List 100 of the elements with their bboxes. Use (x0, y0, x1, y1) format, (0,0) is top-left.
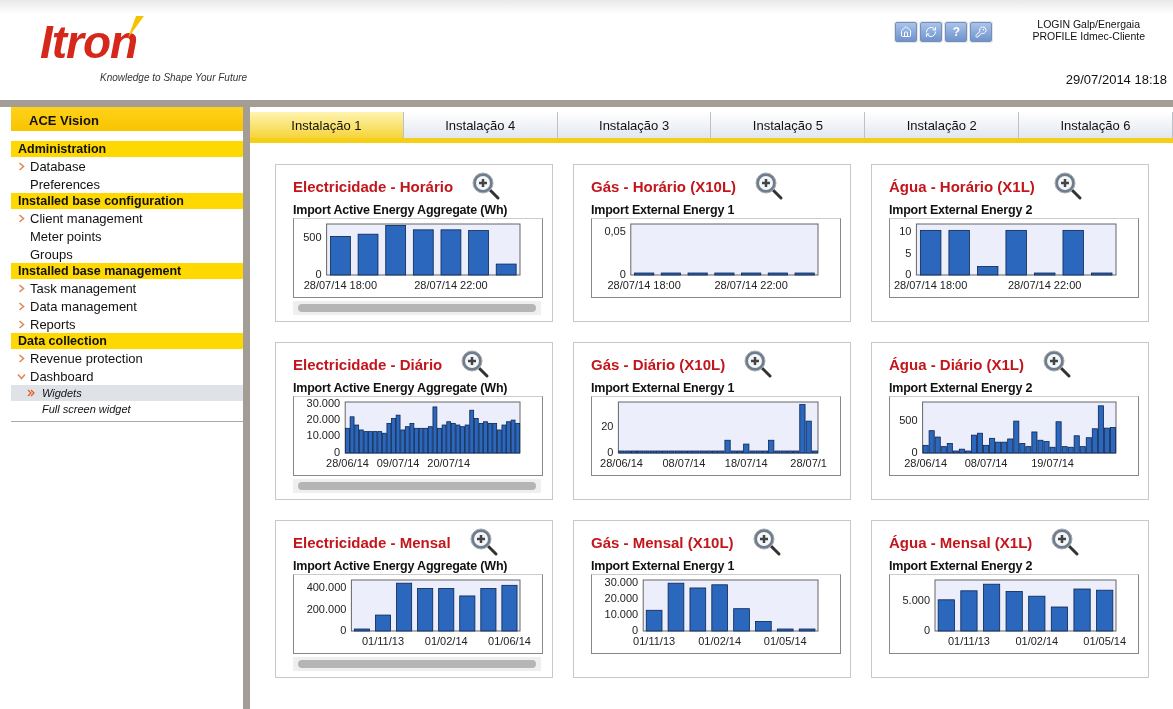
logo: Itron (38, 14, 148, 70)
sidebar-item[interactable]: Task management (11, 279, 243, 297)
axis-tick-label: 28/07/14 22:00 (1008, 279, 1082, 291)
widget-title: Gás - Diário (X10L) (591, 355, 726, 373)
chart-title: Import Active Energy Aggregate (Wh) (293, 203, 509, 217)
axis-tick-label: 0 (619, 267, 626, 280)
axis-tick-label: 20.000 (604, 592, 639, 605)
home-button[interactable] (895, 22, 918, 42)
axis-tick-label: 10 (899, 225, 912, 238)
sidebar-item[interactable]: Reports (11, 315, 243, 333)
chart-title: Import External Energy 2 (889, 381, 1034, 395)
axis-tick-label: 09/07/14 (376, 457, 420, 469)
home-icon (900, 26, 913, 38)
bar (689, 587, 707, 632)
tagline: Knowledge to Shape Your Future (100, 72, 249, 83)
bar (983, 583, 1001, 632)
bar (948, 230, 970, 276)
chart-title: Import Active Energy Aggregate (Wh) (293, 381, 509, 395)
axis-tick-label: 0 (905, 267, 912, 280)
bar (634, 272, 655, 276)
bar (1028, 595, 1046, 632)
bar (468, 230, 489, 276)
zoom-in-icon[interactable] (460, 349, 491, 379)
zoom-in-icon[interactable] (471, 171, 502, 201)
tab[interactable]: Instalação 6 (1019, 112, 1173, 138)
bar (741, 272, 762, 276)
widget-title: Electricidade - Horário (293, 177, 454, 195)
tab[interactable]: Instalação 3 (557, 112, 712, 138)
axis-tick-label: 0 (632, 623, 639, 636)
axis-tick-label: 5.000 (902, 593, 930, 606)
axis-tick-label: 10.000 (306, 429, 341, 442)
bar (937, 599, 955, 632)
bar (776, 628, 794, 632)
bar (687, 272, 708, 276)
sidebar-item[interactable]: Data management (11, 297, 243, 315)
axis-tick-label: 20/07/14 (427, 457, 471, 469)
zoom-in-icon[interactable] (754, 171, 785, 201)
bar (495, 263, 517, 276)
zoom-in-icon[interactable] (751, 527, 782, 557)
axis-tick-label: 0,05 (604, 225, 626, 238)
refresh-button[interactable] (920, 22, 943, 42)
scrollbar[interactable] (293, 301, 541, 315)
section-header: Administration (11, 141, 243, 157)
axis-tick-label: 01/05/14 (763, 635, 807, 647)
bar (1073, 588, 1091, 632)
axis-tick-label: 0 (340, 623, 347, 636)
sidebar-subitem[interactable]: Full screen widget (11, 401, 243, 417)
date-time: 29/07/2014 18:18 (1065, 72, 1167, 87)
bar (960, 590, 978, 632)
scrollbar[interactable] (293, 479, 541, 493)
axis-tick-label: 30.000 (604, 576, 639, 589)
zoom-in-icon[interactable] (468, 527, 499, 557)
bar (353, 628, 370, 632)
axis-tick-label: 01/11/13 (633, 635, 676, 647)
zoom-in-icon[interactable] (1052, 171, 1083, 201)
zoom-in-icon[interactable] (1050, 527, 1081, 557)
section-header: Data collection (11, 333, 243, 349)
bar (438, 588, 455, 632)
tab[interactable]: Instalação 4 (403, 112, 558, 138)
sidebar-item[interactable]: Client management (11, 209, 243, 227)
chart-title: Import External Energy 2 (889, 203, 1034, 217)
axis-tick-label: 18/07/14 (724, 457, 768, 469)
bar (755, 621, 772, 632)
axis-tick-label: 01/06/14 (488, 635, 531, 647)
axis-tick-label: 28/07/14 22:00 (714, 279, 788, 291)
sidebar-subitem[interactable]: Wigdets (11, 385, 243, 401)
widget-title: Electricidade - Mensal (293, 533, 451, 551)
sidebar-item[interactable]: Revenue protection (11, 349, 243, 367)
axis-tick-label: 20 (601, 420, 614, 433)
bar (1034, 272, 1056, 276)
sidebar-item[interactable]: Preferences (11, 175, 243, 193)
bar (1096, 589, 1114, 632)
zoom-in-icon[interactable] (1042, 349, 1072, 379)
double-chevron-icon (27, 388, 35, 397)
refresh-icon (925, 26, 938, 38)
tab[interactable]: Instalação 5 (711, 112, 866, 138)
axis-tick-label: 0 (911, 445, 918, 458)
tab[interactable]: Instalação 1 (250, 112, 404, 138)
tab[interactable]: Instalação 2 (865, 112, 1020, 138)
sidebar-item[interactable]: Database (11, 157, 243, 175)
axis-tick-label: 01/02/14 (698, 635, 742, 647)
key-button[interactable] (970, 22, 993, 42)
axis-tick-label: 0 (315, 267, 322, 280)
sidebar-item[interactable]: Groups (11, 245, 243, 263)
axis-tick-label: 30.000 (306, 397, 341, 409)
axis-tick-label: 28/07/14 18:00 (607, 279, 681, 291)
bar (412, 229, 434, 276)
chart-title: Import External Energy 1 (591, 559, 736, 573)
bar (375, 614, 391, 632)
widget-title: Gás - Horário (X10L) (591, 177, 737, 195)
scrollbar[interactable] (293, 657, 541, 671)
sidebar-item[interactable]: Dashboard (11, 367, 243, 385)
bar (794, 272, 815, 276)
axis-tick-label: 08/07/14 (662, 457, 706, 469)
axis-tick-label: 19/07/14 (1031, 457, 1074, 469)
sidebar-item[interactable]: Meter points (11, 227, 243, 245)
zoom-in-icon[interactable] (743, 349, 774, 379)
bar (396, 582, 413, 632)
axis-tick-label: 0 (607, 445, 614, 458)
bar (440, 229, 462, 276)
